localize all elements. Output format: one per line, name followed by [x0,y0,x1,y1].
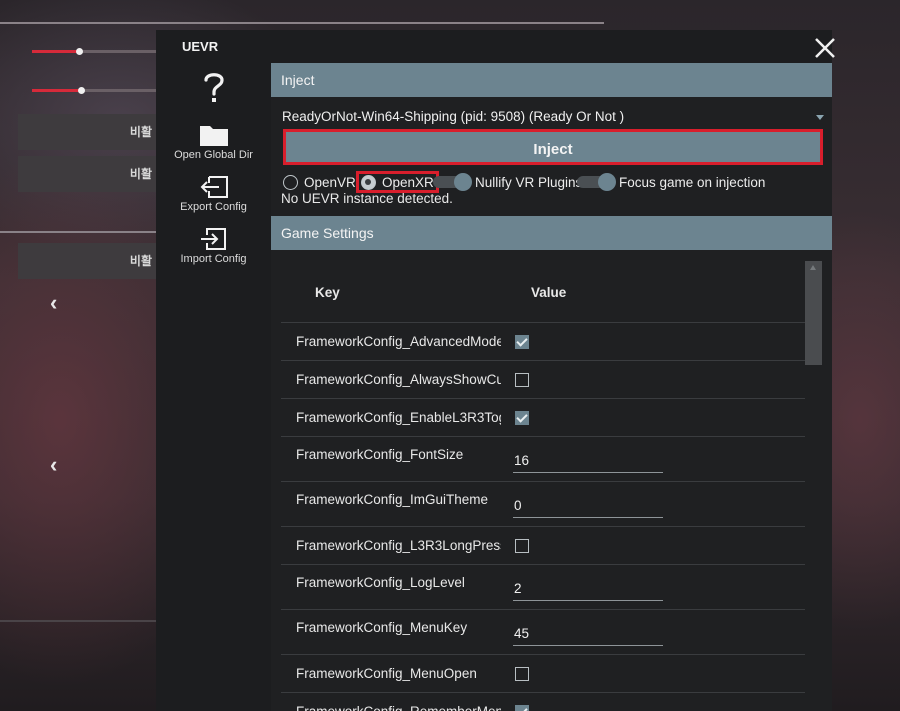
folder-icon [199,126,228,146]
bg-divider [0,22,604,24]
setting-key: FrameworkConfig_AlwaysShowCursor [296,372,501,387]
radio-label: OpenXR [382,174,434,190]
setting-checkbox[interactable] [515,539,529,553]
setting-key: FrameworkConfig_MenuOpen [296,666,477,681]
radio-indicator [361,174,376,190]
close-icon [815,38,835,58]
toggle-track [577,173,616,191]
import-icon [200,228,226,250]
table-scrollbar[interactable] [805,261,822,365]
export-config-button[interactable]: Export Config [156,175,271,213]
toggle-label: Focus game on injection [619,174,766,190]
openvr-radio[interactable]: OpenVR [283,173,356,191]
setting-key: FrameworkConfig_MenuKey [296,620,468,635]
bg-divider [0,620,156,622]
table-row: FrameworkConfig_MenuOpen [281,655,805,693]
toggle-label: Nullify VR Plugins [475,174,583,190]
process-selected-value: ReadyOrNot-Win64-Shipping (pid: 9508) (R… [282,109,625,124]
table-row: FrameworkConfig_EnableL3R3Toggle [281,399,805,437]
bg-divider [0,231,156,233]
toggle-knob [598,173,616,191]
inject-button[interactable]: Inject [283,129,823,165]
sidebar-item-label: Open Global Dir [174,149,253,161]
focus-game-toggle[interactable]: Focus game on injection [577,173,765,191]
settings-table: Key Value FrameworkConfig_AdvancedMode Fr… [281,253,805,711]
setting-key: FrameworkConfig_RememberMenuState [296,704,501,711]
bg-slider-fill [32,50,78,53]
inject-header[interactable]: Inject [271,63,832,97]
setting-key: FrameworkConfig_L3R3LongPress [296,538,501,553]
export-icon [200,176,228,198]
setting-input[interactable]: 45 [513,622,663,646]
setting-checkbox[interactable] [515,705,529,711]
table-row: FrameworkConfig_RememberMenuState [281,693,805,711]
bg-slider-knob [78,87,85,94]
setting-key: FrameworkConfig_AdvancedMode [296,334,501,349]
open-global-dir-button[interactable]: Open Global Dir [156,123,271,161]
process-dropdown[interactable]: ReadyOrNot-Win64-Shipping (pid: 9508) (R… [279,106,827,128]
setting-key: FrameworkConfig_ImGuiTheme [296,492,489,507]
setting-checkbox[interactable] [515,411,529,425]
toggle-knob [454,173,472,191]
bg-button: 비활 [18,243,158,279]
import-config-button[interactable]: Import Config [156,227,271,265]
table-row: FrameworkConfig_AdvancedMode [281,323,805,361]
radio-label: OpenVR [304,174,356,190]
nullify-vr-plugins-toggle[interactable]: Nullify VR Plugins [433,173,582,191]
chevron-left-icon: ‹ [50,290,58,315]
openxr-radio[interactable]: OpenXR [356,171,439,193]
chevron-left-icon: ‹ [50,452,58,477]
table-row: FrameworkConfig_FontSize 16 [281,437,805,482]
bg-slider-fill [32,89,80,92]
bg-button: 비활 [18,114,158,150]
help-button[interactable] [156,70,271,104]
close-button[interactable] [810,33,840,63]
setting-key: FrameworkConfig_EnableL3R3Toggle [296,410,501,425]
question-mark-icon [203,73,224,102]
radio-indicator [283,174,298,190]
bg-slider-knob [76,48,83,55]
sidebar-item-label: Export Config [180,201,247,213]
setting-input[interactable]: 0 [513,494,663,518]
setting-key: FrameworkConfig_LogLevel [296,575,465,590]
setting-checkbox[interactable] [515,335,529,349]
table-row: FrameworkConfig_AlwaysShowCursor [281,361,805,399]
table-header-divider [281,253,805,323]
chevron-down-icon [816,115,824,120]
setting-input[interactable]: 2 [513,577,663,601]
bg-button: 비활 [18,156,158,192]
game-settings-header[interactable]: Game Settings [271,216,832,250]
scroll-up-icon [810,265,816,270]
toggle-track [433,173,472,191]
setting-key: FrameworkConfig_FontSize [296,447,464,462]
window-title: UEVR [182,39,219,54]
main-panel: Inject ReadyOrNot-Win64-Shipping (pid: 9… [271,63,832,711]
sidebar-item-label: Import Config [180,253,247,265]
setting-input[interactable]: 16 [513,449,663,473]
table-row: FrameworkConfig_LogLevel 2 [281,565,805,610]
setting-checkbox[interactable] [515,667,529,681]
table-row: FrameworkConfig_L3R3LongPress [281,527,805,565]
table-row: FrameworkConfig_MenuKey 45 [281,610,805,655]
uevr-window: UEVR Open Global Dir Export Config Impor… [156,30,835,711]
table-row: FrameworkConfig_ImGuiTheme 0 [281,482,805,527]
setting-checkbox[interactable] [515,373,529,387]
status-text: No UEVR instance detected. [281,191,453,206]
